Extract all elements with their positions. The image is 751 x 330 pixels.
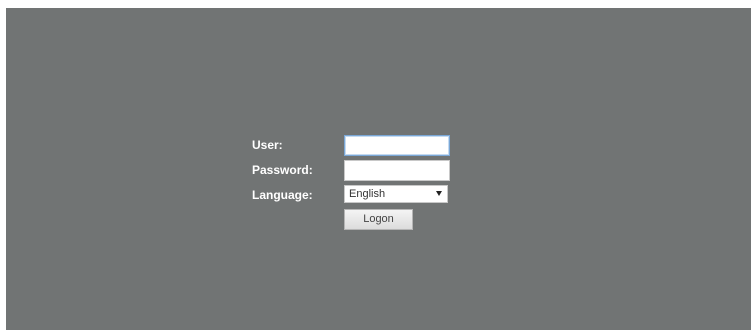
login-screen: User: Password: Language: English Logon [6,8,751,330]
password-label: Password: [252,163,313,177]
language-label: Language: [252,188,313,202]
login-form: User: Password: Language: English Logon [6,8,751,330]
user-input[interactable] [344,135,450,156]
language-selected-value: English [349,188,386,200]
language-select[interactable]: English [344,185,448,203]
logon-button[interactable]: Logon [344,209,413,230]
user-label: User: [252,138,283,152]
password-input[interactable] [344,160,450,181]
chevron-down-icon [436,191,442,196]
